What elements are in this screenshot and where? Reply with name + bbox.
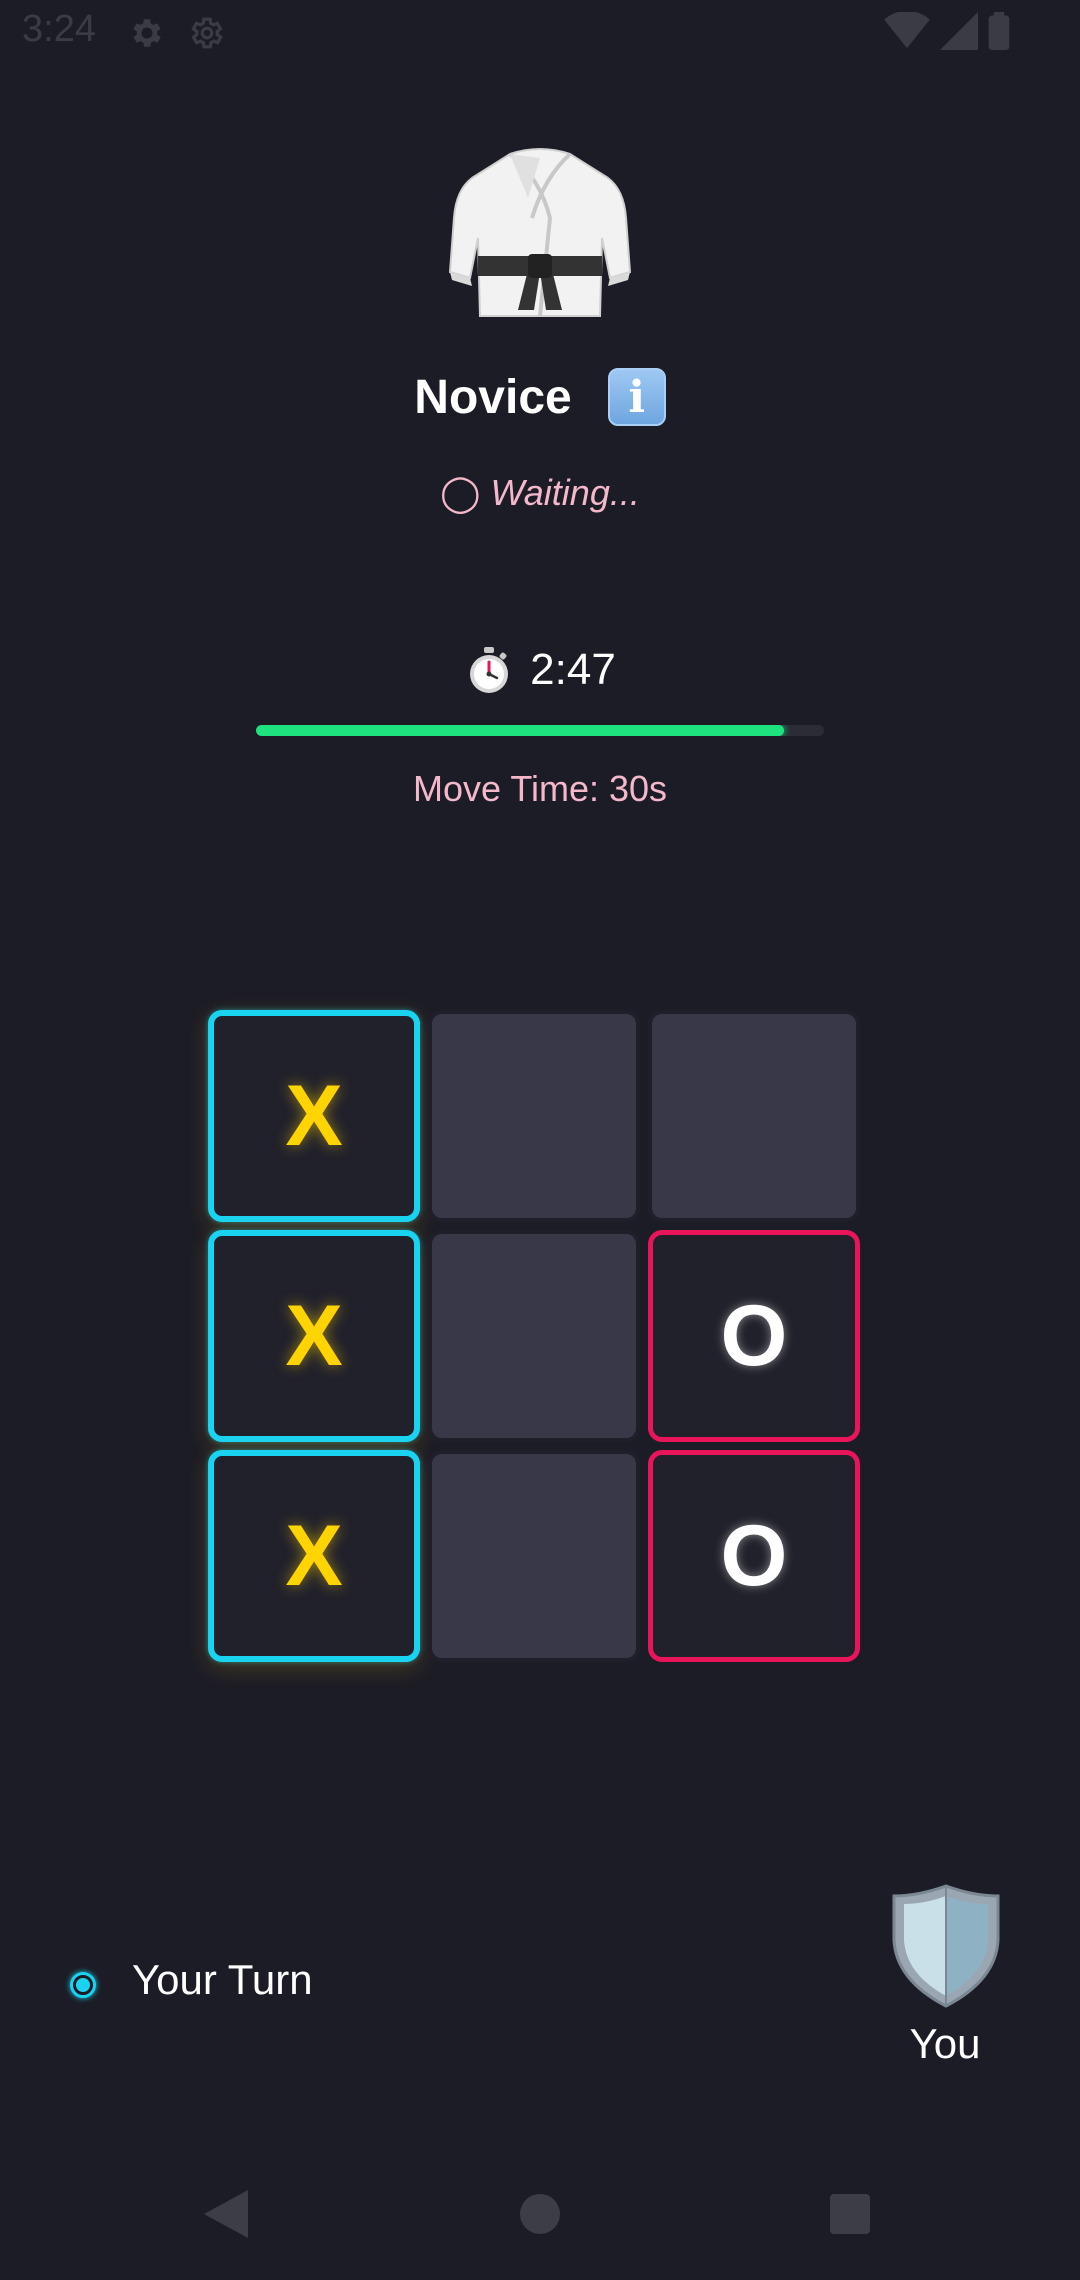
opponent-name: Novice [414,370,572,424]
board-cell[interactable] [428,1010,640,1222]
x-mark: X [285,1288,343,1384]
stopwatch-icon [464,645,514,695]
board-cell[interactable]: O [648,1230,860,1442]
board-cell[interactable] [428,1230,640,1442]
recents-icon[interactable] [830,2194,870,2234]
status-time: 3:24 [22,8,96,50]
home-icon[interactable] [520,2194,560,2234]
gear-icon [128,14,166,52]
timer-value: 2:47 [530,645,616,694]
turn-indicator: Your Turn [132,1956,313,2003]
board-cell[interactable]: O [648,1450,860,1662]
x-mark: X [285,1508,343,1604]
information-icon[interactable]: i [607,368,666,426]
move-time-label: Move Time: 30s [412,768,668,809]
board-cell[interactable] [648,1010,860,1222]
cell-signal-icon [940,12,978,50]
status-bar: 3:24 [0,0,1080,66]
battery-icon [988,12,1010,50]
game-screen: 3:24 Novice i ◯ Waiting... 2:47 Move Tim… [0,0,1080,2280]
timer-progress-fill [256,725,785,736]
board-cell[interactable]: X [208,1010,420,1222]
o-mark: O [720,1288,788,1384]
board-cell[interactable]: X [208,1230,420,1442]
shield-icon [888,1882,1004,2010]
board-cell[interactable] [428,1450,640,1662]
x-mark: X [285,1068,343,1164]
gear-icon [188,14,226,52]
game-timer: 2:47 [0,640,1080,700]
opponent-header: Novice i [0,362,1080,432]
player-label: You [909,2020,981,2067]
karate-uniform-icon [440,138,640,338]
game-board: X X O X O [208,1010,868,1670]
wifi-icon [884,12,930,49]
board-cell[interactable]: X [208,1450,420,1662]
opponent-status: ◯ Waiting... [440,472,640,513]
back-icon[interactable] [204,2190,248,2238]
radio-dot-icon [70,1972,96,1998]
timer-progress-bar [256,725,824,736]
o-mark: O [720,1508,788,1604]
